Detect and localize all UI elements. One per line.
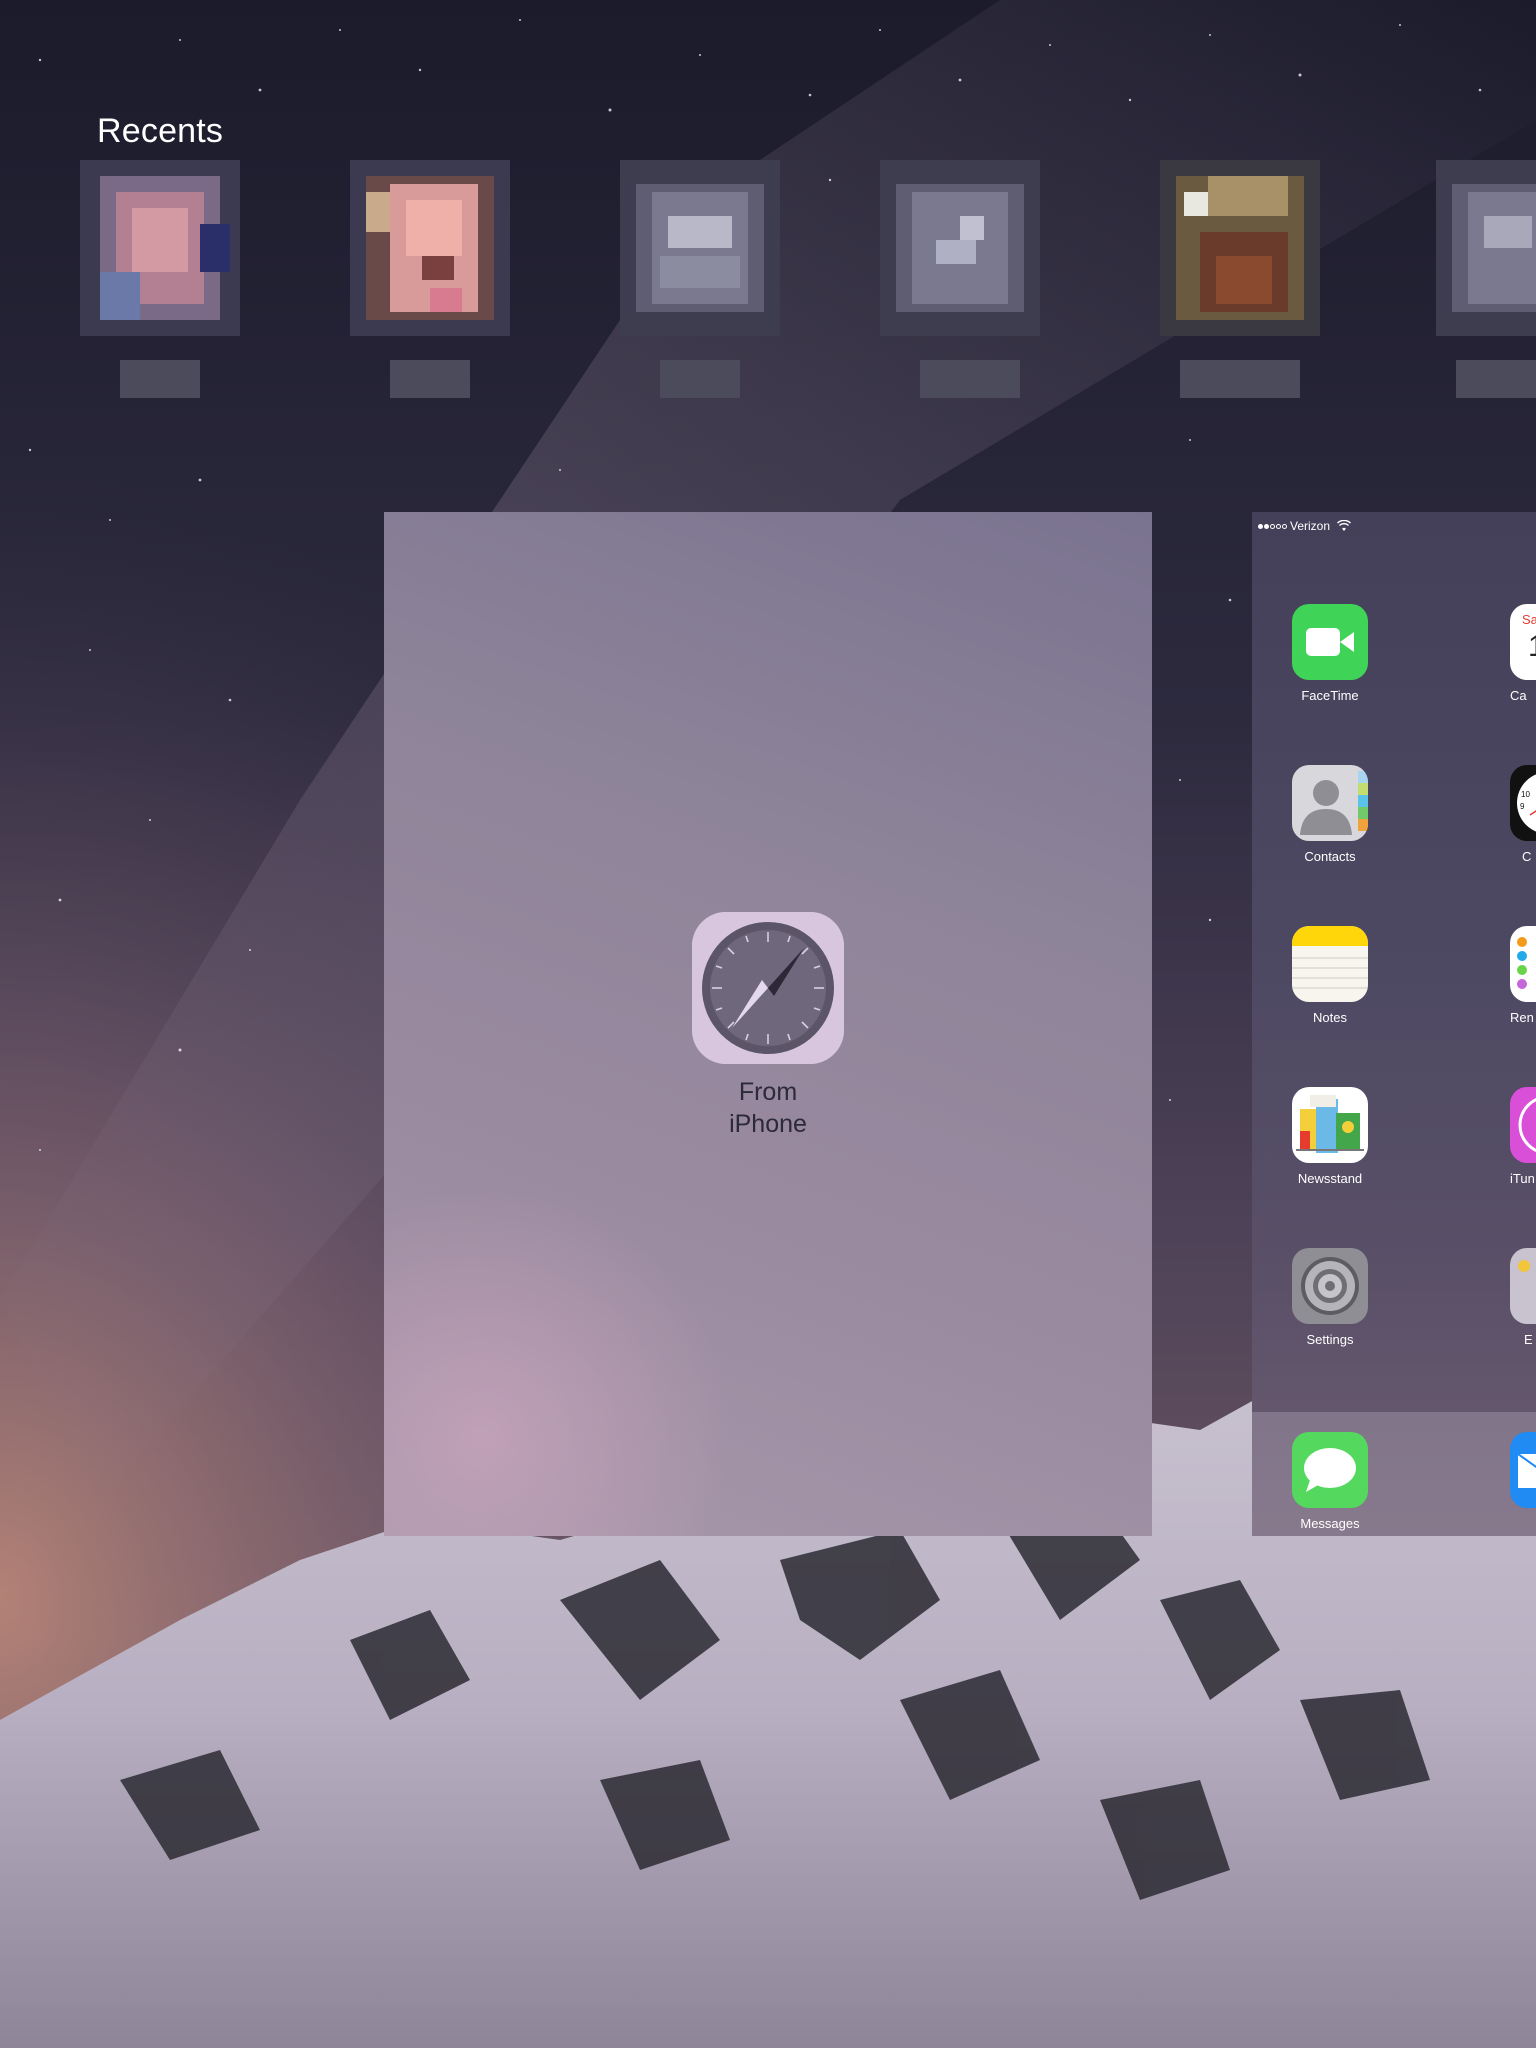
- itunes-icon: [1510, 1087, 1536, 1163]
- svg-text:9: 9: [1520, 802, 1525, 811]
- mail-icon: [1510, 1432, 1536, 1508]
- app-label: FaceTime: [1301, 688, 1359, 703]
- contact-avatar: [1436, 160, 1536, 336]
- calendar-icon: Sa 1: [1510, 604, 1536, 680]
- contact-name: [120, 360, 200, 398]
- recent-contact[interactable]: [615, 160, 785, 410]
- wifi-icon: [1337, 520, 1352, 531]
- contact-avatar: [1160, 160, 1320, 336]
- contact-avatar: [80, 160, 240, 336]
- handoff-card[interactable]: From iPhone: [384, 512, 1152, 1536]
- notes-icon: [1292, 926, 1368, 1002]
- contact-name: [1456, 360, 1536, 398]
- contact-name: [1180, 360, 1300, 398]
- app-label: Messages: [1300, 1516, 1360, 1531]
- settings-icon: [1292, 1248, 1368, 1324]
- newsstand-icon: [1292, 1087, 1368, 1163]
- app-label: Settings: [1306, 1332, 1354, 1347]
- contacts-icon: [1292, 765, 1368, 841]
- contact-avatar: [350, 160, 510, 336]
- svg-text:10: 10: [1521, 790, 1530, 799]
- dock: Messages: [1252, 1412, 1536, 1536]
- app-label: Newsstand: [1297, 1171, 1363, 1186]
- handoff-label-line1: From: [738, 1078, 798, 1106]
- contact-avatar: [620, 160, 780, 336]
- handoff-label: From iPhone: [618, 1076, 918, 1140]
- contact-avatar: [880, 160, 1040, 336]
- svg-text:1: 1: [1528, 630, 1536, 663]
- recent-contact[interactable]: [1155, 160, 1325, 410]
- recent-contact[interactable]: [75, 160, 245, 410]
- app-label: Ren: [1510, 1010, 1534, 1025]
- contact-name: [390, 360, 470, 398]
- app-label: Contacts: [1304, 849, 1356, 864]
- handoff-label-line2: iPhone: [729, 1110, 807, 1138]
- carrier-name: Verizon: [1290, 519, 1331, 533]
- app-label: Notes: [1313, 1010, 1347, 1025]
- contact-name: [660, 360, 740, 398]
- calendar-day-text: Sa: [1522, 612, 1536, 627]
- signal-strength-icon: [1258, 523, 1287, 529]
- facetime-icon: [1292, 604, 1368, 680]
- contact-name: [920, 360, 1020, 398]
- home-screen-card[interactable]: Verizon FaceTime Contacts Notes Newsstan…: [1252, 512, 1536, 1536]
- status-bar: Verizon: [1258, 516, 1352, 536]
- reminders-icon: [1510, 926, 1536, 1002]
- recent-contact[interactable]: [345, 160, 515, 410]
- safari-compass-icon[interactable]: [692, 912, 844, 1064]
- app-label: Ca: [1510, 688, 1527, 703]
- app-label: iTun: [1510, 1171, 1535, 1186]
- app-label: E: [1524, 1332, 1533, 1347]
- ibooks-icon: [1510, 1248, 1536, 1324]
- recent-contact[interactable]: [875, 160, 1045, 410]
- recent-contact[interactable]: [1431, 160, 1536, 410]
- recents-title: Recents: [97, 112, 224, 150]
- clock-icon: 10 9: [1510, 765, 1536, 841]
- messages-icon: [1292, 1432, 1368, 1508]
- app-label: C: [1522, 849, 1532, 864]
